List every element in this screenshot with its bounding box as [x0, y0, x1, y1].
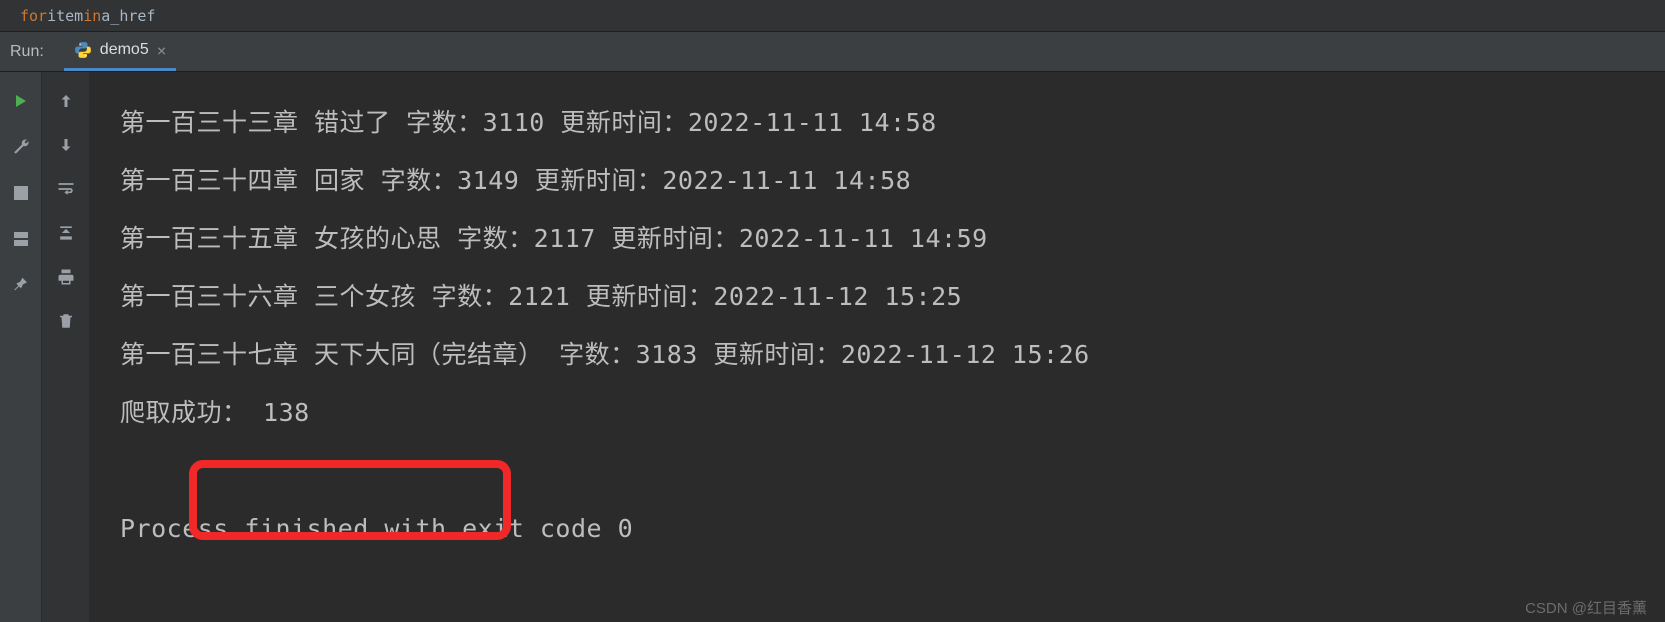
code-text: a_href — [101, 7, 155, 25]
run-tab[interactable]: demo5 × — [64, 32, 177, 71]
layout-icon[interactable] — [10, 228, 32, 250]
python-icon — [74, 41, 92, 59]
tab-label: demo5 — [100, 41, 149, 59]
output-line: 第一百三十四章 回家 字数：3149 更新时间：2022-11-11 14:58 — [120, 152, 1665, 210]
console-action-gutter — [42, 72, 90, 622]
rerun-icon[interactable] — [10, 90, 32, 112]
run-label: Run: — [10, 43, 44, 61]
close-icon[interactable]: × — [157, 41, 167, 60]
scroll-to-end-icon[interactable] — [55, 222, 77, 244]
output-line: 第一百三十七章 天下大同（完结章） 字数：3183 更新时间：2022-11-1… — [120, 326, 1665, 384]
output-line: 第一百三十三章 错过了 字数：3110 更新时间：2022-11-11 14:5… — [120, 94, 1665, 152]
pin-icon[interactable] — [10, 274, 32, 296]
arrow-down-icon[interactable] — [55, 134, 77, 156]
keyword-in: in — [83, 7, 101, 25]
keyword-for: for — [20, 7, 47, 25]
output-line-success: 爬取成功： 138 — [120, 384, 1665, 442]
stop-icon[interactable] — [10, 182, 32, 204]
print-icon[interactable] — [55, 266, 77, 288]
soft-wrap-icon[interactable] — [55, 178, 77, 200]
output-line: 第一百三十五章 女孩的心思 字数：2117 更新时间：2022-11-11 14… — [120, 210, 1665, 268]
watermark-text: CSDN @红目香薰 — [1525, 597, 1647, 618]
run-toolbar: Run: demo5 × — [0, 32, 1665, 72]
trash-icon[interactable] — [55, 310, 77, 332]
wrench-icon[interactable] — [10, 136, 32, 158]
left-action-gutter — [0, 72, 42, 622]
output-line: 第一百三十六章 三个女孩 字数：2121 更新时间：2022-11-12 15:… — [120, 268, 1665, 326]
arrow-up-icon[interactable] — [55, 90, 77, 112]
console-output[interactable]: 第一百三十三章 错过了 字数：3110 更新时间：2022-11-11 14:5… — [90, 72, 1665, 622]
code-text: item — [47, 7, 83, 25]
editor-code-line: for item in a_href — [0, 0, 1665, 32]
process-finished-line: Process finished with exit code 0 — [120, 500, 1665, 558]
